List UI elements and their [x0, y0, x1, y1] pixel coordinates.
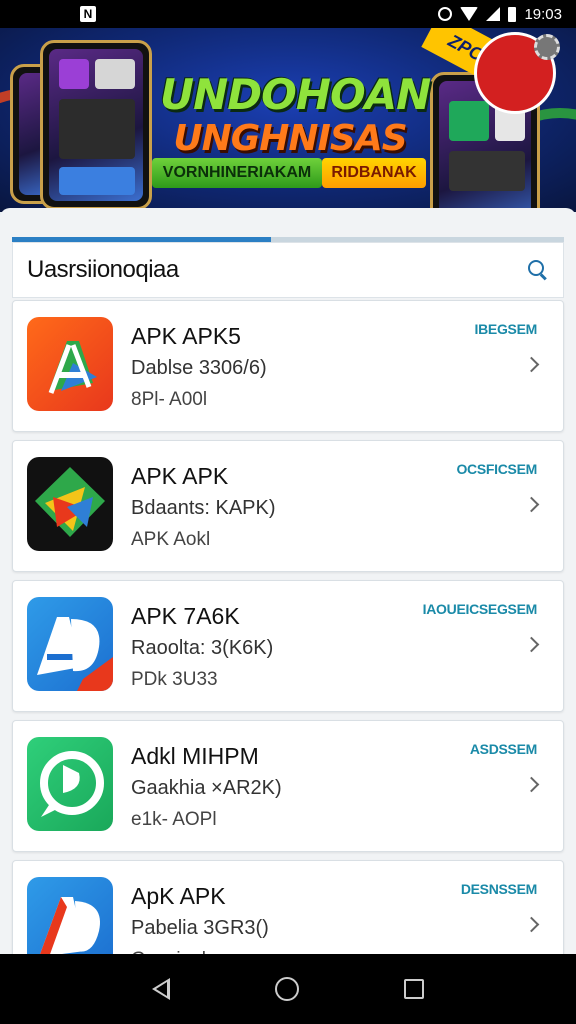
- app-icon: [27, 457, 113, 551]
- home-icon[interactable]: [274, 977, 299, 1001]
- app-action-label[interactable]: OCSFICSEM: [456, 461, 537, 477]
- app-subtitle: Raoolta: 3(K6K): [131, 637, 274, 659]
- app-list-item[interactable]: Adkl MIHPM Gaakhia ×AR2K) e1k- AOPl ASDS…: [12, 720, 564, 852]
- chevron-right-icon[interactable]: [523, 636, 540, 653]
- wifi-icon: [460, 7, 479, 21]
- app-subtitle: Gaakhia ×AR2K): [131, 777, 282, 799]
- banner-title-line2: UNGHNISAS: [173, 118, 407, 159]
- app-meta: 8Pl- A00l: [131, 389, 208, 410]
- alarm-icon: [438, 7, 453, 21]
- app-list-item[interactable]: APK APK Bdaants: KAPK) APK Aokl OCSFICSE…: [12, 440, 564, 572]
- chevron-right-icon[interactable]: [523, 356, 540, 373]
- app-subtitle: Bdaants: KAPK): [131, 497, 276, 519]
- signal-icon: [486, 7, 501, 21]
- notification-icon: N: [80, 6, 96, 22]
- phone-image: [40, 40, 152, 210]
- banner-pill-yellow: RIDBANAK: [322, 158, 426, 188]
- app-meta: APK Aokl: [131, 529, 211, 550]
- status-bar: N 19:03: [0, 0, 576, 28]
- page-title: Uasrsiionoqiaa: [27, 256, 179, 283]
- recents-icon[interactable]: [403, 979, 424, 999]
- banner-title-line1: UNDOHOAN: [160, 70, 431, 119]
- list-header: Uasrsiionoqiaa: [12, 242, 564, 298]
- app-icon: [27, 317, 113, 411]
- navigation-bar: [0, 954, 576, 1024]
- back-icon[interactable]: [152, 978, 171, 1000]
- banner-pill-green: VORNHINERIAKAM: [152, 158, 322, 188]
- chevron-right-icon[interactable]: [523, 776, 540, 793]
- app-meta: PDk 3U33: [131, 669, 218, 690]
- search-icon[interactable]: [527, 259, 549, 281]
- chevron-right-icon[interactable]: [523, 916, 540, 933]
- app-name: APK APK: [131, 463, 229, 489]
- app-subtitle: Dablse 3306/6): [131, 357, 267, 379]
- chevron-right-icon[interactable]: [523, 496, 540, 513]
- app-list-item[interactable]: APK APK5 Dablse 3306/6) 8Pl- A00l IBEGSE…: [12, 300, 564, 432]
- app-subtitle: Pabelia 3GR3(): [131, 917, 269, 939]
- promo-banner[interactable]: ZPO UNDOHOAN UNGHNISAS VORNHINERIAKAM RI…: [0, 28, 576, 212]
- app-action-label[interactable]: DESNSSEM: [461, 881, 537, 897]
- app-name: ApK APK: [131, 883, 226, 909]
- battery-icon: [508, 6, 517, 22]
- app-name: APK APK5: [131, 323, 241, 349]
- app-meta: e1k- AOPl: [131, 809, 217, 830]
- app-action-label[interactable]: IBEGSEM: [475, 321, 538, 337]
- app-action-label[interactable]: IAOUEICSEGSEM: [423, 601, 538, 617]
- app-icon: [27, 597, 113, 691]
- app-name: APK 7A6K: [131, 603, 240, 629]
- app-action-label[interactable]: ASDSSEM: [470, 741, 537, 757]
- clock: 19:03: [524, 5, 562, 23]
- app-icon: [27, 737, 113, 831]
- app-list-item[interactable]: APK 7A6K Raoolta: 3(K6K) PDk 3U33 IAOUEI…: [12, 580, 564, 712]
- gear-icon[interactable]: [534, 34, 560, 60]
- app-name: Adkl MIHPM: [131, 743, 259, 769]
